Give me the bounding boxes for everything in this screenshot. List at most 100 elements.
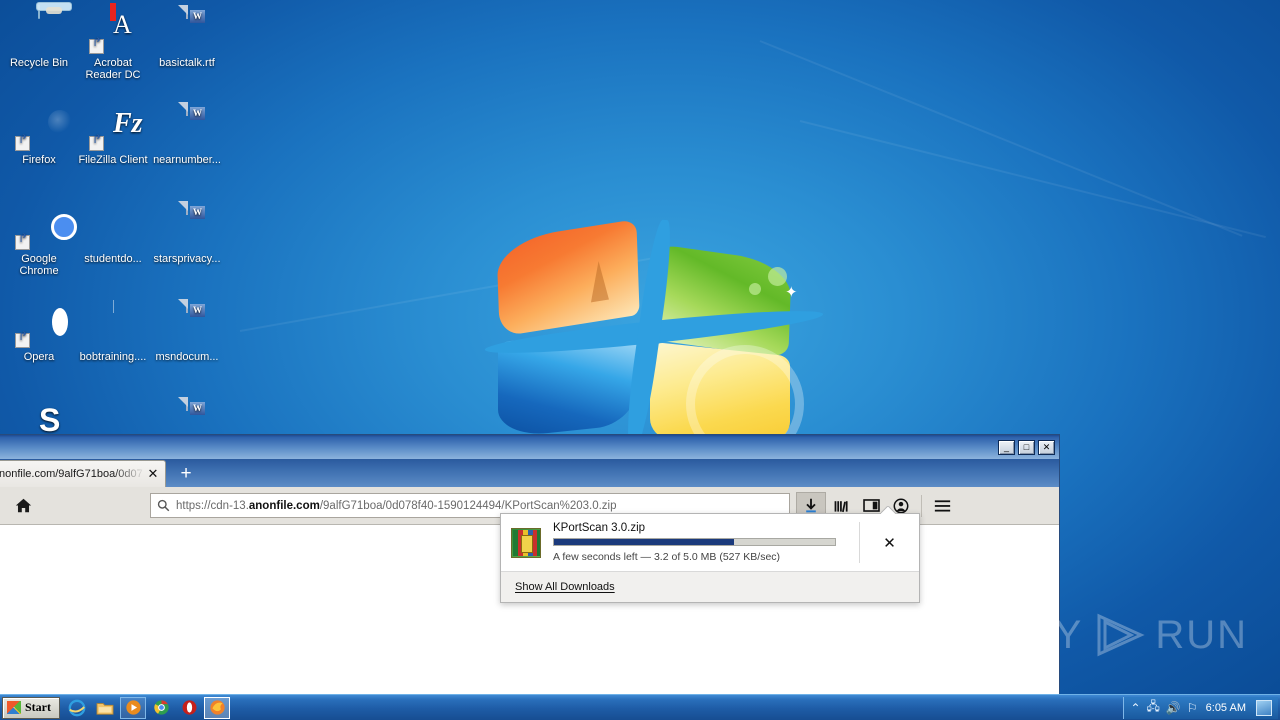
desktop-icon-label: Acrobat Reader DC — [85, 57, 141, 81]
word-document-icon: W — [163, 102, 211, 151]
desktop-icon-google-chrome[interactable]: Google Chrome — [2, 202, 76, 277]
maximize-button[interactable]: □ — [1018, 439, 1035, 455]
home-button[interactable] — [6, 492, 40, 520]
desktop-icon-acrobat-reader[interactable]: A Acrobat Reader DC — [76, 3, 150, 81]
volume-icon[interactable]: 🔊 — [1166, 701, 1181, 715]
menu-button[interactable] — [927, 492, 957, 520]
logo-ribbon-vertical — [622, 219, 676, 449]
butterfly-icon: ✦ — [785, 284, 798, 301]
opera-taskbar-icon — [182, 700, 196, 715]
internet-explorer-icon — [68, 699, 86, 716]
play-triangle-icon — [1097, 613, 1145, 657]
desktop-icon-opera[interactable]: Opera — [2, 300, 76, 363]
word-document-icon: W — [163, 299, 211, 348]
taskbar-item-firefox[interactable] — [204, 696, 230, 719]
desktop-icon-label: nearnumber... — [153, 154, 221, 166]
word-document-icon: W — [163, 201, 211, 250]
logo-bubble — [768, 267, 787, 286]
new-tab-button[interactable]: + — [169, 461, 203, 487]
minimize-icon: _ — [1003, 441, 1009, 452]
desktop-icon-label: Firefox — [22, 154, 56, 166]
desktop-icon-recycle-bin[interactable]: Recycle Bin — [2, 5, 76, 69]
maximize-icon: □ — [1023, 441, 1030, 452]
toolbar-separator — [921, 494, 922, 517]
chrome-taskbar-icon — [153, 700, 169, 715]
firefox-icon — [15, 103, 63, 151]
logo-quadrant-green — [648, 243, 792, 359]
tab-title: nonfile.com/9alfG71boa/0d07 — [0, 468, 143, 480]
logo-ribbon-horizontal — [483, 303, 825, 361]
desktop-icon-basictalk-rtf[interactable]: W basictalk.rtf — [150, 5, 224, 69]
black-box-icon — [89, 202, 137, 250]
close-button[interactable]: ✕ — [1038, 439, 1055, 455]
acrobat-reader-icon: A — [89, 3, 137, 54]
hamburger-menu-icon — [934, 499, 950, 512]
close-icon: ✕ — [883, 534, 896, 552]
start-button[interactable]: Start — [2, 696, 60, 719]
desktop-icon-starsprivacy[interactable]: W starsprivacy... — [150, 201, 224, 265]
popup-arrow — [881, 506, 897, 514]
windows-flag-icon — [7, 701, 21, 714]
windows-explorer-icon — [96, 702, 114, 715]
taskbar-item-internet-explorer[interactable] — [64, 697, 90, 719]
taskbar-item-chrome[interactable] — [148, 697, 174, 719]
shortcut-overlay-icon — [15, 333, 30, 348]
chrome-icon — [15, 202, 63, 250]
home-icon — [15, 498, 31, 513]
network-icon[interactable]: 🖧 — [1147, 697, 1160, 718]
library-icon — [834, 500, 848, 512]
taskbar-item-opera[interactable] — [176, 697, 202, 719]
cancel-download-button[interactable]: ✕ — [859, 522, 919, 563]
search-icon — [157, 499, 170, 512]
desktop-icon-filezilla-client[interactable]: Fz FileZilla Client — [76, 103, 150, 166]
start-button-label: Start — [25, 700, 51, 714]
taskbar[interactable]: Start ⌃ 🖧 🔊 ⚐ 6:05 AM — [0, 694, 1280, 720]
desktop-icon-label: Google Chrome — [19, 253, 59, 277]
show-hidden-icons-icon[interactable]: ⌃ — [1130, 701, 1140, 715]
desktop-icon-label: FileZilla Client — [78, 154, 148, 166]
url-domain: anonfile.com — [248, 499, 320, 512]
desktop-icon-msndocum[interactable]: W msndocum... — [150, 299, 224, 363]
desktop-icon-studentdo[interactable]: studentdo... — [76, 202, 150, 265]
browser-tab-active[interactable]: nonfile.com/9alfG71boa/0d07 ✕ — [0, 460, 166, 487]
logo-quadrant-red — [496, 219, 640, 337]
download-file-name: KPortScan 3.0.zip — [553, 522, 646, 534]
blank-file-icon — [89, 300, 137, 348]
action-center-flag-icon[interactable]: ⚐ — [1187, 701, 1198, 715]
system-tray[interactable]: ⌃ 🖧 🔊 ⚐ 6:05 AM — [1123, 696, 1278, 719]
window-titlebar[interactable]: _ □ ✕ — [0, 435, 1059, 459]
taskbar-clock[interactable]: 6:05 AM — [1206, 702, 1246, 714]
shortcut-overlay-icon — [89, 39, 104, 54]
shortcut-overlay-icon — [15, 235, 30, 250]
logo-quadrant-blue — [498, 327, 638, 439]
show-all-downloads-label: Show All Downloads — [515, 581, 615, 593]
download-arrow-icon — [806, 498, 816, 512]
show-desktop-button[interactable] — [1256, 699, 1272, 716]
desktop-icon-label: starsprivacy... — [153, 253, 221, 265]
tab-close-icon[interactable]: ✕ — [145, 466, 161, 482]
download-item[interactable]: KPortScan 3.0.zip A few seconds left — 3… — [501, 514, 919, 572]
minimize-button[interactable]: _ — [998, 439, 1015, 455]
show-all-downloads-button[interactable]: Show All Downloads — [501, 572, 919, 602]
desktop-icon-firefox[interactable]: Firefox — [2, 103, 76, 166]
desktop-icon-bobtraining[interactable]: bobtraining.... — [76, 300, 150, 363]
wallpaper-streak — [239, 257, 654, 332]
taskbar-item-media-player[interactable] — [120, 696, 146, 719]
desktop-icon-nearnumber[interactable]: W nearnumber... — [150, 102, 224, 166]
url-path: /9alfG71boa/0d078f40-1590124494/KPortSca… — [319, 499, 617, 512]
download-progress-fill — [554, 539, 734, 545]
close-icon: ✕ — [1042, 441, 1051, 452]
desktop[interactable]: ✦ Recycle Bin A Acrobat Reader DC W basi… — [0, 0, 1280, 720]
firefox-taskbar-icon — [209, 700, 225, 715]
url-text: https://cdn-13.anonfile.com/9alfG71boa/0… — [176, 500, 617, 512]
desktop-icon-label: Recycle Bin — [9, 57, 69, 69]
opera-icon — [15, 300, 63, 348]
taskbar-item-windows-explorer[interactable] — [92, 697, 118, 719]
windows-logo-wallpaper: ✦ — [483, 219, 825, 463]
logo-bubble — [749, 283, 761, 295]
download-status-text: A few seconds left — 3.2 of 5.0 MB (527 … — [553, 551, 781, 563]
recycle-bin-icon — [15, 5, 63, 54]
desktop-icon-label: studentdo... — [84, 253, 142, 265]
tab-strip[interactable]: nonfile.com/9alfG71boa/0d07 ✕ + — [0, 459, 1059, 487]
downloads-popup-panel[interactable]: KPortScan 3.0.zip A few seconds left — 3… — [500, 513, 920, 603]
